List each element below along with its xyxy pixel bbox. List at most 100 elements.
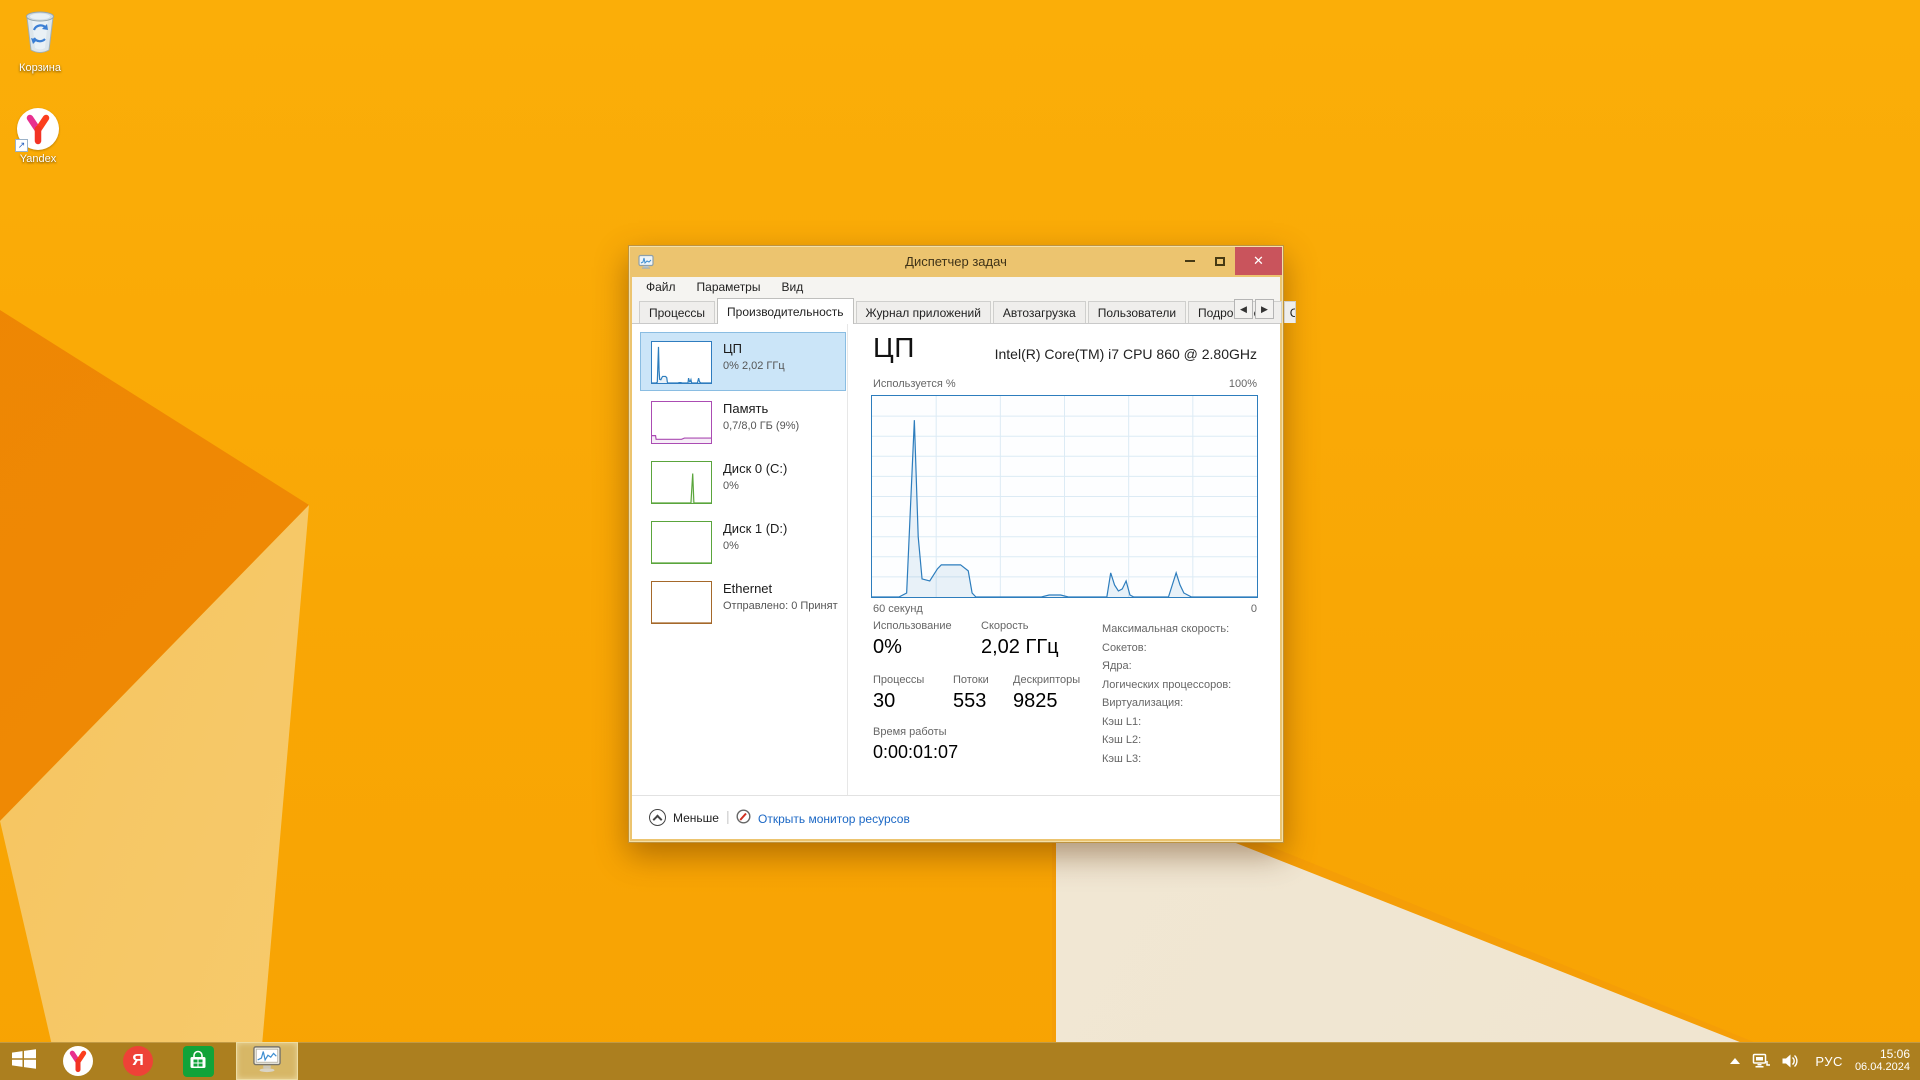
stat-threads-value: 553	[953, 690, 987, 712]
memory-mini-chart	[652, 402, 711, 443]
tile-title: Диск 0 (C:)	[723, 461, 788, 476]
resource-monitor-link-label: Открыть монитор ресурсов	[758, 812, 910, 826]
tab-app-history[interactable]: Журнал приложений	[855, 301, 991, 323]
footer-separator: |	[726, 808, 730, 824]
task-manager-window: Диспетчер задач ✕ Файл Параметры Вид Про…	[628, 245, 1296, 843]
menu-options[interactable]: Параметры	[697, 280, 761, 294]
show-hidden-icons-icon[interactable]	[1730, 1058, 1741, 1064]
taskbar-yandex-app[interactable]: Я	[108, 1042, 168, 1080]
sidebar-tile-ethernet[interactable]: Ethernet Отправлено: 0 Принят	[640, 572, 846, 631]
detail-logical-processors: Логических процессоров:	[1102, 678, 1232, 691]
open-resource-monitor-link[interactable]: Открыть монитор ресурсов	[736, 809, 910, 829]
performance-sidebar: ЦП 0% 2,02 ГГц Память 0,7/8,0 ГБ (9%) Ди…	[632, 324, 848, 795]
system-tray: РУС 15:06 06.04.2024	[1730, 1042, 1914, 1080]
chart-timespan-label: 60 секунд	[873, 603, 923, 615]
clock-date: 06.04.2024	[1854, 1061, 1910, 1073]
detail-cache-l2: Кэш L2:	[1102, 734, 1142, 746]
stat-threads-label: Потоки	[953, 674, 989, 686]
tile-title: Ethernet	[723, 581, 773, 596]
maximize-button[interactable]	[1205, 247, 1235, 275]
tab-services-clipped[interactable]: С.	[1283, 301, 1296, 323]
tile-title: ЦП	[723, 341, 742, 356]
chevron-up-circle-icon	[649, 809, 666, 826]
language-indicator[interactable]: РУС	[1815, 1054, 1843, 1069]
tile-subtitle: 0%	[723, 480, 739, 492]
cpu-model-name: Intel(R) Core(TM) i7 CPU 860 @ 2.80GHz	[994, 346, 1257, 362]
windows-logo-icon	[11, 1047, 37, 1076]
stat-uptime-value: 0:00:01:07	[873, 742, 959, 762]
window-footer: Меньше | Открыть монитор ресурсов	[632, 795, 1280, 839]
tab-startup[interactable]: Автозагрузка	[992, 301, 1086, 323]
sidebar-tile-cpu[interactable]: ЦП 0% 2,02 ГГц	[640, 332, 846, 391]
cpu-usage-chart	[871, 395, 1258, 598]
desktop-icon-label: Yandex	[19, 153, 57, 165]
chart-scale-max: 100%	[1228, 378, 1257, 390]
stat-speed-value: 2,02 ГГц	[981, 636, 1059, 658]
sidebar-tile-disk0[interactable]: Диск 0 (C:) 0%	[640, 452, 846, 511]
tab-scroll-left-icon[interactable]: ◀	[1234, 299, 1253, 319]
sidebar-tile-disk1[interactable]: Диск 1 (D:) 0%	[640, 512, 846, 571]
desktop-icon-recycle-bin[interactable]: Корзина	[2, 8, 78, 74]
chart-time-zero: 0	[1250, 603, 1257, 615]
tab-performance[interactable]: Производительность	[717, 298, 854, 324]
ethernet-mini-chart	[652, 582, 711, 623]
menu-bar: Файл Параметры Вид	[632, 277, 1280, 297]
tab-processes[interactable]: Процессы	[639, 301, 716, 323]
clock-time: 15:06	[1879, 1047, 1910, 1061]
yandex-browser-icon	[63, 1046, 93, 1076]
detail-cache-l3: Кэш L3:	[1102, 752, 1142, 765]
taskbar-task-manager-active[interactable]	[236, 1042, 298, 1080]
store-icon	[182, 1045, 214, 1077]
cpu-heading: ЦП	[873, 332, 915, 363]
stat-uptime-label: Время работы	[873, 726, 947, 738]
detail-sockets: Сокетов:	[1102, 641, 1147, 654]
tile-subtitle: 0%	[723, 540, 739, 552]
detail-max-speed: Максимальная скорость:	[1102, 623, 1230, 635]
desktop-icon-label: Корзина	[19, 62, 61, 74]
cpu-details-list: Максимальная скорость: Сокетов: Ядра: Ло…	[1102, 620, 1231, 768]
yandex-ya-icon: Я	[123, 1046, 153, 1076]
taskbar-yandex-browser[interactable]	[48, 1042, 108, 1080]
tile-title: Диск 1 (D:)	[723, 521, 788, 536]
sidebar-tile-memory[interactable]: Память 0,7/8,0 ГБ (9%)	[640, 392, 846, 451]
chart-usage-label: Используется %	[873, 378, 956, 390]
volume-icon[interactable]	[1781, 1053, 1799, 1069]
resource-monitor-icon	[736, 809, 751, 829]
network-icon[interactable]	[1752, 1053, 1771, 1070]
fewer-details-button[interactable]: Меньше	[649, 809, 719, 826]
disk1-mini-chart	[652, 522, 711, 563]
stat-usage-label: Использование	[873, 620, 952, 632]
recycle-bin-icon	[20, 11, 60, 58]
taskbar: Я РУС 15:06 06.04.2024	[0, 1042, 1920, 1080]
clock[interactable]: 15:06 06.04.2024	[1855, 1048, 1910, 1074]
stat-processes-value: 30	[873, 690, 896, 712]
minimize-button[interactable]	[1175, 247, 1205, 275]
detail-cache-l1: Кэш L1:	[1102, 715, 1142, 728]
yandex-browser-icon: ↗	[15, 108, 59, 152]
tab-strip: Процессы Производительность Журнал прило…	[632, 297, 1296, 324]
detail-cores: Ядра:	[1102, 660, 1132, 672]
disk0-mini-chart	[652, 462, 711, 503]
stat-processes-label: Процессы	[873, 674, 925, 686]
menu-view[interactable]: Вид	[781, 280, 803, 294]
tile-subtitle: 0,7/8,0 ГБ (9%)	[723, 420, 800, 432]
tab-users[interactable]: Пользователи	[1087, 301, 1187, 323]
close-button[interactable]: ✕	[1235, 247, 1282, 275]
tile-subtitle: Отправлено: 0 Принят	[723, 600, 838, 612]
taskbar-store[interactable]	[168, 1042, 228, 1080]
cpu-mini-chart	[652, 342, 711, 383]
menu-file[interactable]: Файл	[646, 280, 676, 294]
tile-title: Память	[723, 401, 769, 416]
stat-handles-value: 9825	[1013, 690, 1058, 712]
desktop: Корзина ↗ Yandex Диспетчер задач ✕ Файл …	[0, 0, 1920, 1080]
task-manager-icon	[252, 1045, 282, 1078]
shortcut-arrow-icon: ↗	[15, 139, 28, 152]
stat-handles-label: Дескрипторы	[1013, 674, 1081, 686]
tab-scroll-right-icon[interactable]: ▶	[1255, 299, 1274, 319]
start-button[interactable]	[0, 1042, 48, 1080]
tile-subtitle: 0% 2,02 ГГц	[723, 360, 785, 372]
fewer-details-label: Меньше	[673, 810, 719, 825]
desktop-icon-yandex[interactable]: ↗ Yandex	[0, 108, 76, 165]
titlebar[interactable]: Диспетчер задач ✕	[629, 246, 1283, 277]
detail-virtualization: Виртуализация:	[1102, 697, 1184, 709]
